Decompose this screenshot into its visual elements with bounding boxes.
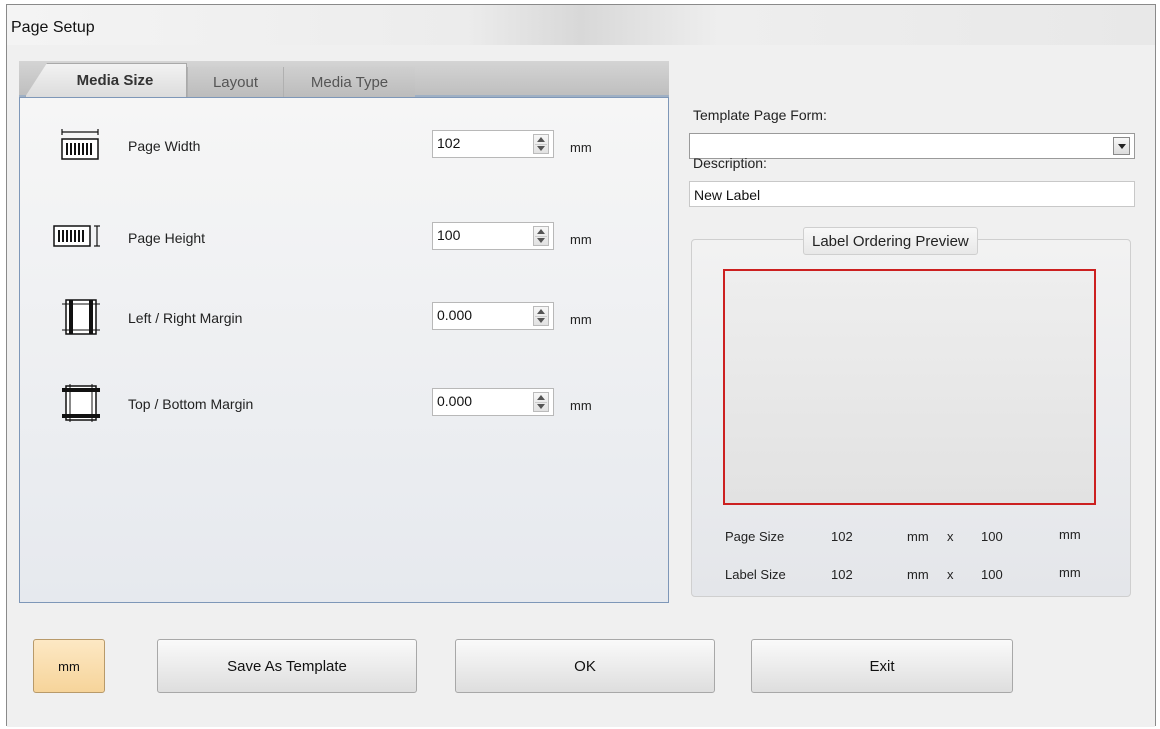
page-size-width: 102 [831, 529, 853, 544]
description-label: Description: [693, 155, 767, 171]
label-ordering-preview-title: Label Ordering Preview [803, 227, 978, 255]
template-page-form-label: Template Page Form: [693, 107, 827, 123]
tab-layout[interactable]: Layout [187, 67, 283, 97]
tab-media-type[interactable]: Media Type [283, 67, 415, 97]
label-size-width: 102 [831, 567, 853, 582]
page-size-label: Page Size [725, 529, 785, 544]
top-bottom-margin-spinner[interactable]: 0.000 [432, 388, 554, 416]
exit-button[interactable]: Exit [751, 639, 1013, 693]
ok-button[interactable]: OK [455, 639, 715, 693]
tab-layout-label: Layout [212, 73, 259, 91]
left-right-margin-label: Left / Right Margin [128, 310, 243, 326]
label-size-times: x [947, 567, 954, 582]
page-size-height: 100 [981, 529, 1003, 544]
top-bottom-margin-icon [58, 384, 106, 424]
top-bottom-margin-label: Top / Bottom Margin [128, 396, 254, 412]
left-right-margin-spinner[interactable]: 0.000 [432, 302, 554, 330]
media-size-panel: Page Width 102 mm Page Height 100 mm Lef… [19, 97, 669, 603]
page-size-width-unit: mm [907, 529, 929, 544]
page-height-row: Page Height 100 mm [20, 218, 668, 258]
label-size-height: 100 [981, 567, 1003, 582]
page-width-spinner[interactable]: 102 [432, 130, 554, 158]
window-title: Page Setup [11, 19, 95, 36]
page-height-value[interactable]: 100 [437, 227, 460, 243]
label-size-label: Label Size [725, 567, 786, 582]
page-height-icon [50, 218, 100, 258]
tab-media-size-label: Media Size [76, 72, 154, 89]
left-right-margin-value[interactable]: 0.000 [437, 307, 472, 323]
tab-media-type-label: Media Type [310, 73, 389, 91]
label-preview-canvas [723, 269, 1096, 505]
description-value[interactable]: New Label [694, 187, 760, 203]
page-height-unit: mm [570, 232, 592, 247]
tab-media-size[interactable]: Media Size [25, 63, 187, 97]
page-width-stepper-icon[interactable] [533, 134, 549, 154]
page-width-row: Page Width 102 mm [20, 126, 668, 166]
page-size-height-unit: mm [1059, 527, 1081, 542]
label-size-height-unit: mm [1059, 565, 1081, 580]
preview-title-text: Label Ordering Preview [812, 232, 969, 250]
top-bottom-margin-unit: mm [570, 398, 592, 413]
page-width-icon [58, 126, 106, 166]
top-bottom-margin-stepper-icon[interactable] [533, 392, 549, 412]
unit-toggle-button[interactable]: mm [33, 639, 105, 693]
tab-strip: Media Size Layout Media Type [19, 61, 669, 97]
page-width-value[interactable]: 102 [437, 135, 460, 151]
save-as-template-button[interactable]: Save As Template [157, 639, 417, 693]
page-width-label: Page Width [128, 138, 201, 154]
title-bar[interactable]: Page Setup [7, 5, 1155, 45]
left-right-margin-row: Left / Right Margin 0.000 mm [20, 298, 668, 338]
top-bottom-margin-row: Top / Bottom Margin 0.000 mm [20, 384, 668, 424]
label-size-width-unit: mm [907, 567, 929, 582]
left-right-margin-icon [58, 298, 106, 338]
chevron-down-icon[interactable] [1113, 137, 1130, 155]
page-height-stepper-icon[interactable] [533, 226, 549, 246]
page-height-spinner[interactable]: 100 [432, 222, 554, 250]
page-size-times: x [947, 529, 954, 544]
left-right-margin-stepper-icon[interactable] [533, 306, 549, 326]
left-right-margin-unit: mm [570, 312, 592, 327]
dialog-client-area: Media Size Layout Media Type Page Width … [7, 45, 1155, 727]
page-width-unit: mm [570, 140, 592, 155]
top-bottom-margin-value[interactable]: 0.000 [437, 393, 472, 409]
page-height-label: Page Height [128, 230, 206, 246]
description-field[interactable]: New Label [689, 181, 1135, 207]
page-setup-window: Page Setup Media Size Layout Media Type [6, 4, 1156, 727]
